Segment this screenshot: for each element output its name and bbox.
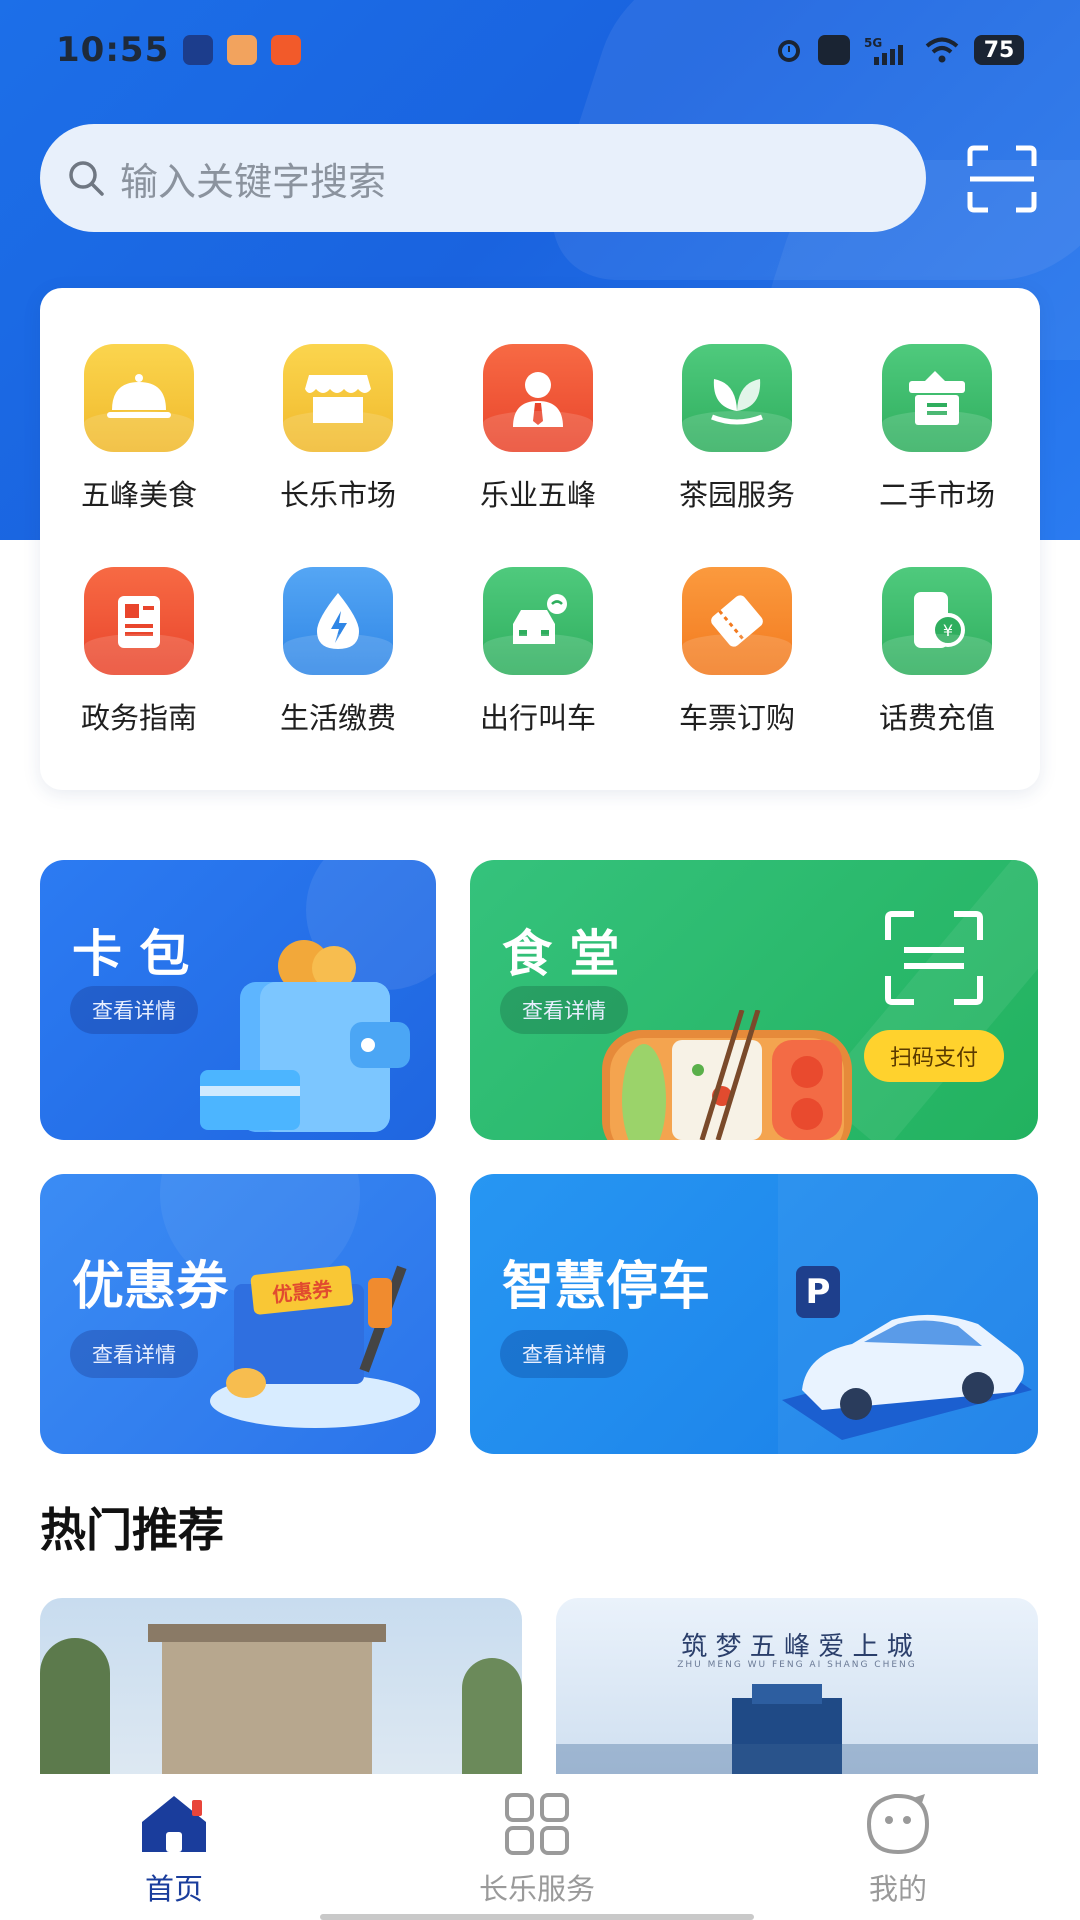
home-icon [142, 1796, 206, 1852]
canteen-banner[interactable]: 食 堂 查看详情 扫码支付 [470, 860, 1038, 1140]
parking-title: 智慧停车 [502, 1257, 711, 1317]
lunchbox-illustration [602, 1010, 852, 1140]
service-label: 长乐市场 [279, 478, 396, 512]
ride-car-icon [483, 567, 593, 675]
search-icon [69, 161, 104, 196]
grid-icon [505, 1793, 569, 1855]
card-pack-title: 卡 包 [72, 925, 190, 983]
service-label: 车票订购 [678, 701, 795, 735]
home-indicator[interactable] [320, 1914, 754, 1920]
bottom-navigation: 首页 长乐服务 我的 [0, 1774, 1080, 1920]
service-label: 乐业五峰 [479, 478, 596, 512]
wallet-icon [200, 940, 410, 1132]
status-indicators: 5G 75 [774, 35, 1024, 65]
scan-pay-button[interactable]: 扫码支付 [864, 1030, 1005, 1082]
coupon-illustration: 优惠券 [210, 1244, 436, 1454]
notification-app-icon [183, 35, 214, 65]
search-placeholder: 输入关键字搜索 [120, 159, 387, 204]
service-ride[interactable]: 出行叫车 [448, 567, 628, 737]
notification-app-icon [227, 35, 258, 65]
nav-home[interactable]: 首页 [74, 1792, 274, 1908]
service-label: 话费充值 [878, 701, 995, 735]
svg-text:¥: ¥ [943, 621, 953, 640]
service-utility[interactable]: 生活缴费 [248, 567, 428, 737]
service-secondhand[interactable]: 二手市场 [847, 344, 1027, 514]
service-label: 政务指南 [80, 701, 197, 735]
coupon-banner[interactable]: 优惠券 查看详情 优惠券 [40, 1174, 436, 1454]
parking-banner[interactable]: 智慧停车 查看详情 P [470, 1174, 1038, 1454]
service-label: 二手市场 [878, 478, 995, 512]
store-icon [283, 344, 393, 452]
nav-services[interactable]: 长乐服务 [437, 1792, 637, 1908]
nav-profile[interactable]: 我的 [798, 1792, 998, 1908]
battery-indicator: 75 [974, 35, 1024, 65]
search-input[interactable]: 输入关键字搜索 [40, 124, 926, 232]
hd-icon [818, 35, 850, 65]
ticket-icon [682, 567, 792, 675]
profile-face-icon [866, 1794, 930, 1855]
service-market[interactable]: 长乐市场 [248, 344, 428, 514]
network-label: 5G [864, 36, 882, 50]
service-grid: 五峰美食 长乐市场 乐业五峰 茶园服务 二手市场 政务指南 生活缴费 出行叫车 … [40, 288, 1040, 790]
car-illustration [782, 1314, 1032, 1440]
service-tea[interactable]: 茶园服务 [647, 344, 827, 514]
status-time: 10:55 [56, 30, 170, 70]
service-food[interactable]: 五峰美食 [49, 344, 229, 514]
recommend-card[interactable] [40, 1598, 522, 1774]
nav-profile-label: 我的 [868, 1872, 927, 1906]
coupon-title: 优惠券 [72, 1257, 229, 1317]
service-government[interactable]: 政务指南 [49, 567, 229, 737]
banner-slogan: 筑 梦 五 峰 爱 上 城 [681, 1632, 913, 1662]
alarm-icon [778, 40, 800, 62]
service-employment[interactable]: 乐业五峰 [448, 344, 628, 514]
parking-detail-button[interactable]: 查看详情 [500, 1330, 628, 1378]
status-bar: 10:55 5G 75 [0, 0, 1080, 100]
secondhand-box-icon [882, 344, 992, 452]
phone-recharge-icon: ¥ [882, 567, 992, 675]
nav-home-label: 首页 [144, 1872, 203, 1906]
service-recharge[interactable]: ¥ 话费充值 [847, 567, 1027, 737]
service-ticket[interactable]: 车票订购 [647, 567, 827, 737]
tea-leaf-icon [682, 344, 792, 452]
cellular-signal-icon: 5G [864, 36, 903, 65]
service-label: 生活缴费 [279, 701, 396, 735]
coupon-detail-button[interactable]: 查看详情 [70, 1330, 198, 1378]
service-label: 茶园服务 [678, 478, 795, 512]
service-label: 出行叫车 [479, 701, 596, 735]
notification-app-icon [271, 35, 302, 65]
building-image [162, 1638, 372, 1774]
government-doc-icon [84, 567, 194, 675]
canteen-title: 食 堂 [502, 925, 620, 983]
scan-icon[interactable] [966, 144, 1038, 214]
section-title-recommend: 热门推荐 [40, 1503, 224, 1557]
banner-slogan-sub: ZHU MENG WU FENG AI SHANG CHENG [677, 1660, 917, 1670]
card-pack-detail-button[interactable]: 查看详情 [70, 986, 198, 1034]
card-pack-banner[interactable]: 卡 包 查看详情 [40, 860, 436, 1140]
nav-services-label: 长乐服务 [478, 1872, 595, 1906]
employment-person-icon [483, 344, 593, 452]
food-cloche-icon [84, 344, 194, 452]
wifi-icon [925, 37, 959, 63]
scan-pay-icon [885, 911, 983, 1005]
recommend-card[interactable]: 筑 梦 五 峰 爱 上 城 ZHU MENG WU FENG AI SHANG … [556, 1598, 1038, 1774]
utility-payment-icon [283, 567, 393, 675]
service-label: 五峰美食 [80, 478, 197, 512]
